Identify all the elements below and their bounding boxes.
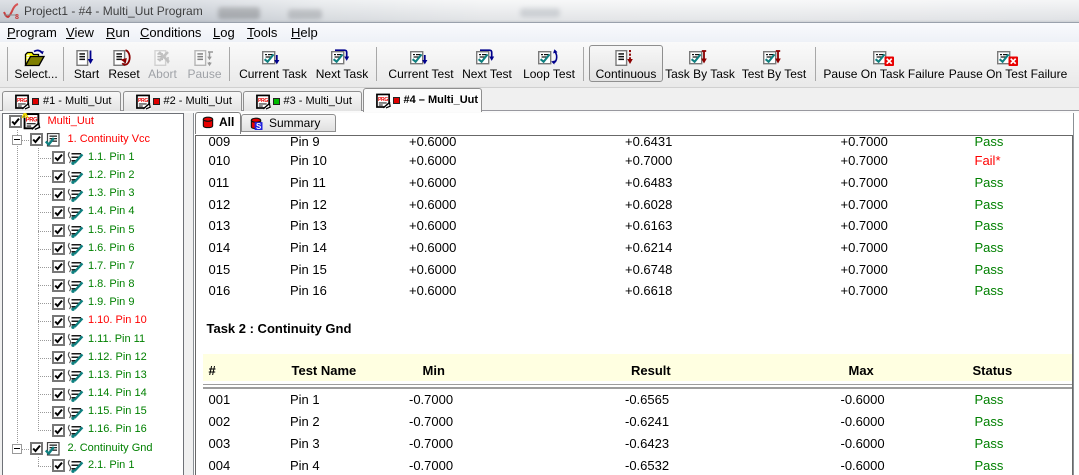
svg-text:8: 8 [15, 14, 19, 21]
svg-text:S: S [256, 122, 261, 130]
